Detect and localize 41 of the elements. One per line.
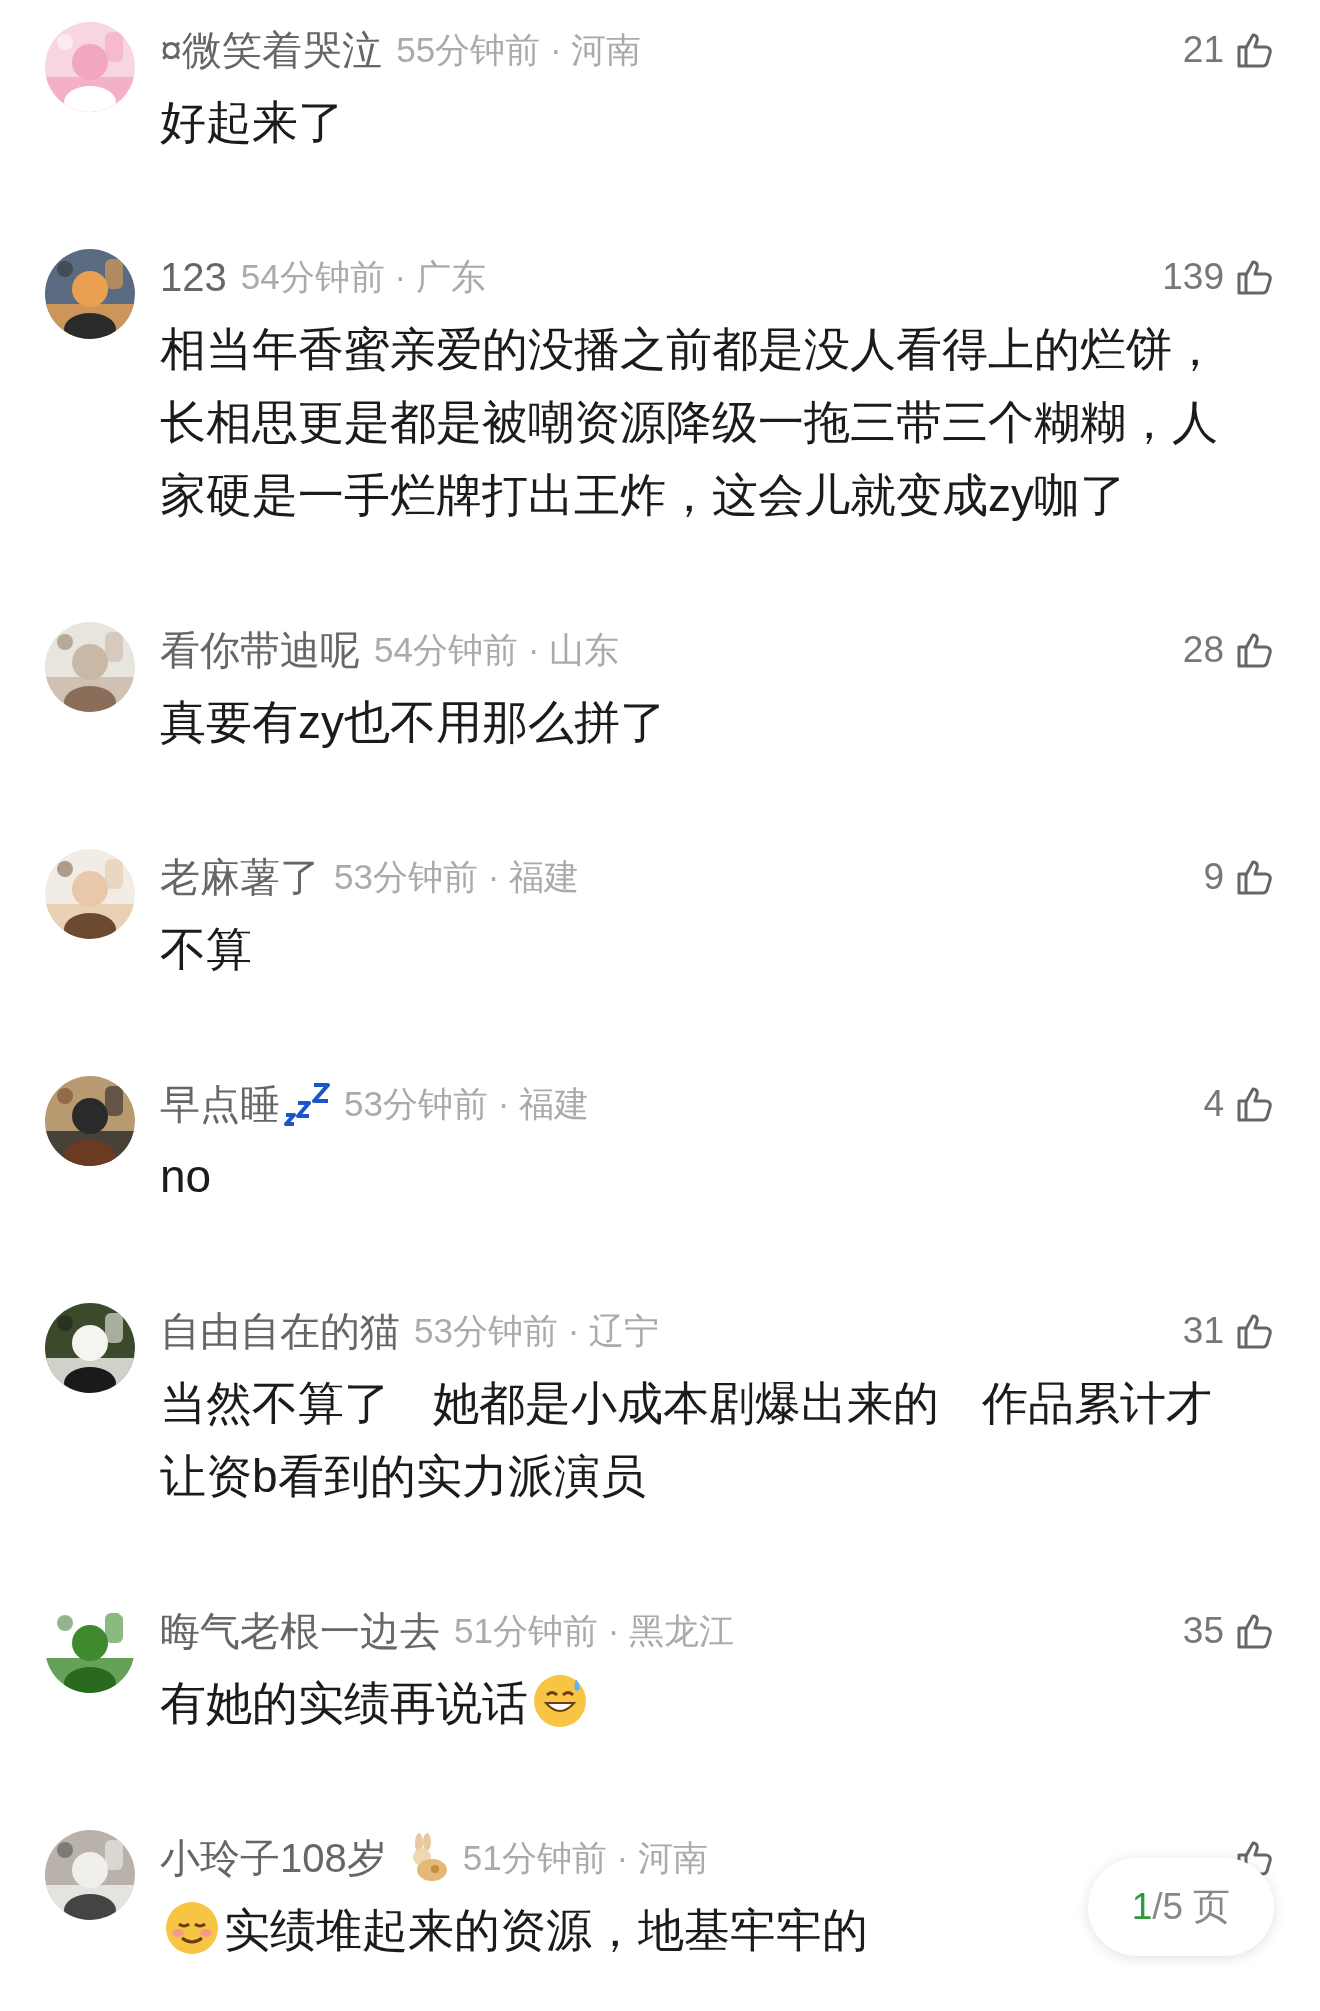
sweat-smile-emoji-icon [532, 1673, 588, 1729]
time-location: 54分钟前 · 山东 [374, 628, 620, 671]
time-location: 54分钟前 · 广东 [240, 255, 486, 298]
comment-text: no [160, 1149, 213, 1204]
username[interactable]: 早点睡 [160, 1074, 280, 1134]
comment-text: 相当年香蜜亲爱的没播之前都是没人看得上的烂饼，长相思更是都是被嘲资源降级一拖三带三个糊糊，人家硬是一手烂牌打出王炸，这会儿就变成zy咖了 [160, 322, 1219, 523]
like-count: 139 [1162, 255, 1224, 300]
thumbs-up-icon[interactable] [1236, 1312, 1274, 1350]
like-count: 35 [1182, 1609, 1224, 1654]
username[interactable]: ¤微笑着哭泣 [160, 20, 383, 80]
username[interactable]: 老麻薯了 [160, 847, 320, 907]
time-location: 53分钟前 · 福建 [334, 855, 580, 898]
username[interactable]: 自由自在的猫 [160, 1301, 400, 1361]
thumbs-up-icon[interactable] [1236, 1085, 1274, 1123]
thumbs-up-icon[interactable] [1236, 258, 1274, 296]
comment-text: 好起来了 [160, 95, 345, 150]
time-location: 51分钟前 · 黑龙江 [454, 1609, 735, 1652]
thumbs-up-icon[interactable] [1236, 1612, 1274, 1650]
page-indicator[interactable]: 1/5 页 [1088, 1858, 1274, 1956]
thumbs-up-icon[interactable] [1236, 631, 1274, 669]
smiling-emoji-icon [164, 1900, 220, 1956]
like-count: 31 [1182, 1309, 1224, 1354]
username[interactable]: 123 [160, 247, 227, 307]
thumbs-up-icon[interactable] [1236, 31, 1274, 69]
comment-text: 真要有zy也不用那么拼了 [160, 695, 667, 750]
like-count: 4 [1203, 1082, 1224, 1127]
username[interactable]: 看你带迪呢 [160, 620, 360, 680]
username[interactable]: 小玲子108岁 [160, 1828, 387, 1888]
time-location: 55分钟前 · 河南 [396, 28, 642, 71]
time-location: 51分钟前 · 河南 [462, 1836, 708, 1879]
like-count: 9 [1203, 855, 1224, 900]
comment-text: 不算 [160, 922, 253, 977]
like-count: 21 [1182, 28, 1224, 73]
sleep-icon [284, 1081, 330, 1127]
time-location: 53分钟前 · 福建 [344, 1082, 590, 1125]
username[interactable]: 晦气老根一边去 [160, 1601, 440, 1661]
time-location: 53分钟前 · 辽宁 [414, 1309, 660, 1352]
thumbs-up-icon[interactable] [1236, 858, 1274, 896]
like-count: 28 [1182, 628, 1224, 673]
comment-text: 有她的实绩再说话 [160, 1667, 1250, 1740]
comment-text: 当然不算了 她都是小成本剧爆出来的 作品累计才让资b看到的实力派演员 [160, 1376, 1213, 1504]
